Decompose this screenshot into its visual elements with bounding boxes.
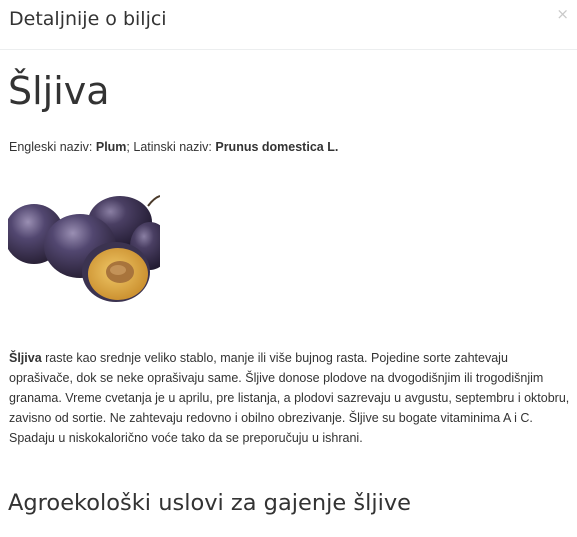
section-heading-agroecological: Agroekološki uslovi za gajenje šljive: [8, 490, 411, 516]
modal-title: Detaljnije o biljci: [9, 8, 167, 30]
latin-name-label: Latinski naziv:: [133, 140, 216, 154]
latin-name: Prunus domestica L.: [215, 140, 339, 154]
close-button[interactable]: ×: [556, 7, 569, 22]
plant-description: Šljiva raste kao srednje veliko stablo, …: [9, 348, 571, 448]
english-name-label: Engleski naziv:: [9, 140, 96, 154]
description-lead: Šljiva: [9, 351, 42, 365]
description-text: raste kao srednje veliko stablo, manje i…: [9, 351, 570, 445]
plant-names-line: Engleski naziv: Plum; Latinski naziv: Pr…: [9, 140, 338, 154]
plant-name: Šljiva: [8, 69, 110, 113]
modal-header: Detaljnije o biljci ×: [0, 0, 577, 50]
english-name: Plum: [95, 140, 127, 154]
plum-photo: [8, 195, 160, 302]
